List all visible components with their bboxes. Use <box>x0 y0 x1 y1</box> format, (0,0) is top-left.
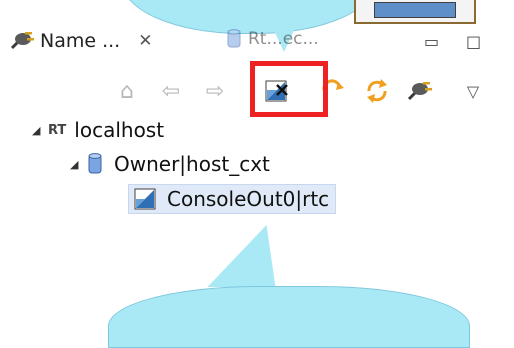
callout-tail-bottom <box>207 225 301 287</box>
view-menu-icon[interactable]: ▽ <box>458 75 488 107</box>
maximize-icon[interactable]: □ <box>466 32 481 51</box>
sync-icon[interactable] <box>362 75 392 107</box>
tree-node-consoleout[interactable]: ConsoleOut0|rtc <box>128 184 337 214</box>
tree-node-owner[interactable]: ◢ Owner|host_cxt <box>70 152 270 176</box>
component-icon <box>134 188 156 210</box>
tree-node-label: Owner|host_cxt <box>114 152 270 176</box>
cylinder-icon <box>227 29 241 48</box>
home-icon[interactable]: ⌂ <box>112 75 142 107</box>
highlight-box <box>250 61 328 117</box>
rt-icon: RT <box>48 122 67 138</box>
close-icon[interactable]: ✕ <box>138 31 152 51</box>
tab-label: Name ... <box>40 30 121 52</box>
tree-node-label: localhost <box>74 118 165 142</box>
tab-name-service[interactable]: Name ... ✕ <box>8 26 208 56</box>
callout-balloon-bottom <box>108 286 470 348</box>
tab-secondary-label: Rt...ec... <box>248 29 319 49</box>
cylinder-icon <box>88 153 102 174</box>
plug-icon <box>10 32 34 50</box>
minimize-icon[interactable]: ▭ <box>424 32 439 51</box>
tree-node-localhost[interactable]: ◢ RT localhost <box>32 118 164 142</box>
connect-plug-icon[interactable] <box>404 75 434 107</box>
view-tab-bar: Name ... ✕ Rt...ec... ▭ □ <box>0 26 514 56</box>
tab-secondary[interactable]: Rt...ec... <box>226 28 319 50</box>
expand-icon[interactable]: ◢ <box>70 158 86 171</box>
expand-icon[interactable]: ◢ <box>32 124 48 137</box>
preview-thumbnail <box>354 0 476 24</box>
name-service-view: Name ... ✕ Rt...ec... ▭ □ ⌂ ⇦ ⇨ ▽ ◢ RT l… <box>0 0 514 348</box>
back-icon[interactable]: ⇦ <box>156 75 186 107</box>
forward-icon[interactable]: ⇨ <box>200 75 230 107</box>
tree-node-label: ConsoleOut0|rtc <box>167 187 330 211</box>
